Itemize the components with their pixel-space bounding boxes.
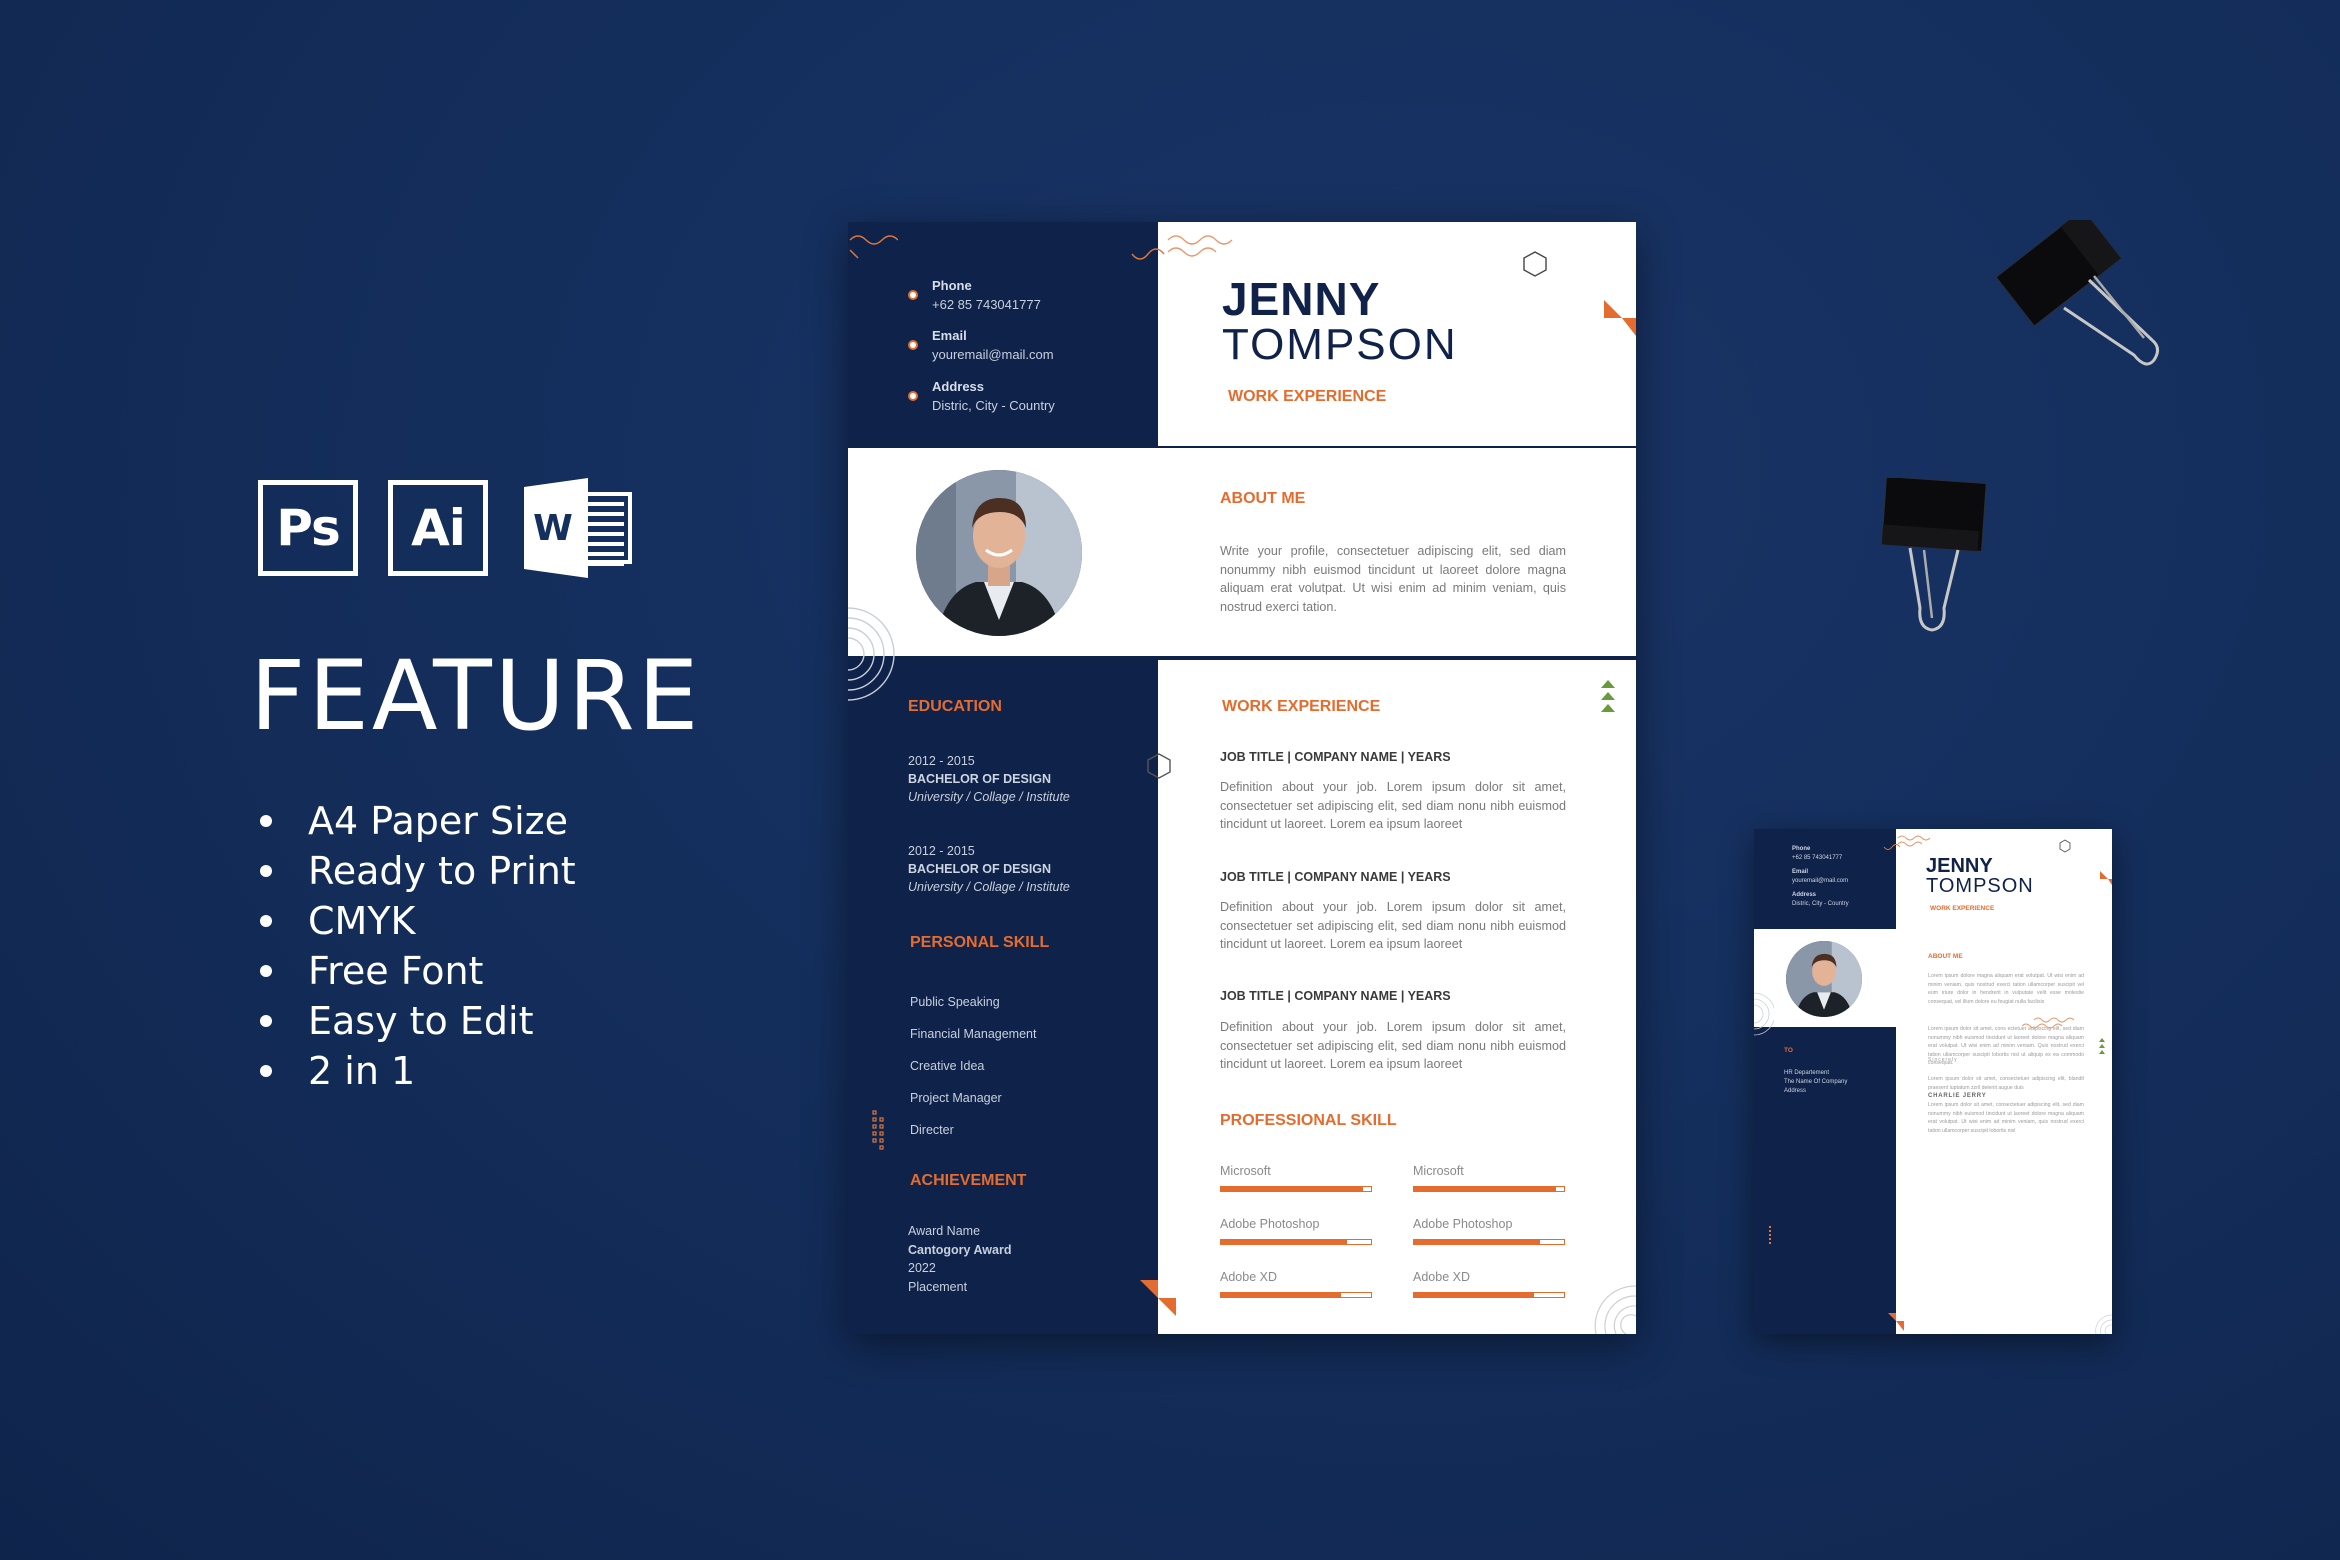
about-me-text: Write your profile, consectetuer adipisc…	[1220, 544, 1566, 614]
feature-item: CMYK	[258, 896, 576, 946]
word-icon: W	[524, 478, 636, 578]
cover-paragraph: Lorem ipsum dolor sit amet, consectetuer…	[1928, 1076, 2084, 1091]
job-heading: JOB TITLE | COMPANY NAME | YEARS	[1220, 870, 1451, 884]
concentric-arcs-icon	[1594, 1285, 1636, 1334]
professional-skill-title: PROFESSIONAL SKILL	[1220, 1112, 1397, 1129]
wave-decoration-icon	[1883, 835, 1931, 850]
triangle-decoration-icon	[1888, 1313, 1904, 1331]
education-title: EDUCATION	[908, 698, 1002, 715]
skill-bar	[1220, 1186, 1372, 1192]
cover-signature: CHARLIE JERRY	[1928, 1093, 1987, 1099]
job-heading: JOB TITLE | COMPANY NAME | YEARS	[1220, 989, 1451, 1003]
education-item: 2012 - 2015 BACHELOR OF DESIGN Universit…	[908, 754, 1070, 804]
bullet-icon	[260, 865, 272, 877]
cover-last-name: TOMPSON	[1926, 875, 2034, 897]
feature-item: Easy to Edit	[258, 996, 576, 1046]
personal-skill-list: Public Speaking Financial Management Cre…	[910, 986, 1036, 1146]
arrow-up-decoration-icon	[1601, 680, 1615, 712]
wave-decoration-icon	[1131, 235, 1233, 260]
feature-title: FEATURE	[250, 640, 702, 752]
cover-contact: Phone +62 85 743041777 Email youremail@m…	[1792, 846, 1849, 907]
last-name: TOMPSON	[1222, 320, 1458, 369]
personal-skill-item: Directer	[910, 1123, 954, 1137]
hexagon-icon	[2059, 839, 2071, 853]
feature-item: Free Font	[258, 946, 576, 996]
skill-column: Microsoft Adobe Photoshop Adobe XD	[1413, 1164, 1565, 1323]
feature-item: A4 Paper Size	[258, 796, 576, 846]
concentric-arcs-icon	[1754, 992, 1774, 1036]
dot-grid-icon	[872, 1110, 884, 1150]
bullet-icon	[908, 391, 918, 401]
cover-profile-photo	[1786, 941, 1862, 1017]
personal-skill-item: Project Manager	[910, 1091, 1002, 1105]
cover-paragraph: Lorem ipsum dolore magna aliquam erat vo…	[1928, 973, 2084, 1005]
software-icons: Ps Ai W	[258, 478, 636, 578]
skill-bar	[1413, 1239, 1565, 1245]
job-heading: JOB TITLE | COMPANY NAME | YEARS	[1220, 750, 1451, 764]
cover-closing: Sincerely	[1928, 1057, 1958, 1063]
skill-column: Microsoft Adobe Photoshop Adobe XD	[1220, 1164, 1372, 1323]
bullet-icon	[260, 815, 272, 827]
cover-paragraph: Lorem ipsum dolor sit amet, consectetuer…	[1928, 1102, 2084, 1134]
feature-item: Ready to Print	[258, 846, 576, 896]
job-description: Definition about your job. Lorem ipsum d…	[1220, 780, 1566, 831]
hexagon-icon	[1147, 753, 1171, 779]
achievement-title: ACHIEVEMENT	[910, 1172, 1027, 1189]
wave-decoration-icon	[2021, 1017, 2075, 1029]
feature-list: A4 Paper Size Ready to Print CMYK Free F…	[258, 796, 576, 1096]
job-description: Definition about your job. Lorem ipsum d…	[1220, 900, 1566, 951]
triangle-decoration-icon	[1140, 1280, 1176, 1316]
skill-bar	[1220, 1292, 1372, 1298]
job-subtitle: WORK EXPERIENCE	[1228, 388, 1387, 405]
skill-bar	[1413, 1292, 1565, 1298]
dot-grid-icon	[1769, 1226, 1771, 1244]
education-item: 2012 - 2015 BACHELOR OF DESIGN Universit…	[908, 844, 1070, 894]
personal-skill-item: Public Speaking	[910, 995, 1000, 1009]
personal-skill-item: Financial Management	[910, 1027, 1037, 1041]
cover-about-title: ABOUT ME	[1928, 953, 1963, 960]
cover-recipient: HR Departement The Name Of Company Addre…	[1784, 1070, 1848, 1094]
triangle-decoration-icon	[1604, 300, 1636, 336]
photoshop-icon: Ps	[258, 480, 358, 576]
bullet-icon	[260, 1015, 272, 1027]
cover-to-title: TO	[1784, 1047, 1793, 1054]
profile-photo	[916, 470, 1082, 636]
concentric-arcs-icon	[2095, 1314, 2112, 1334]
binder-clip-icon	[1994, 220, 2174, 390]
resume-page: Phone +62 85 743041777 Email youremail@m…	[848, 222, 1636, 1334]
wave-decoration-icon	[849, 235, 898, 259]
bullet-icon	[908, 290, 918, 300]
cover-subtitle: WORK EXPERIENCE	[1930, 905, 1995, 912]
hexagon-icon	[1523, 251, 1547, 277]
work-experience-title: WORK EXPERIENCE	[1222, 698, 1381, 715]
concentric-arcs-icon	[848, 607, 895, 701]
first-name: JENNY	[1222, 273, 1381, 325]
triangle-decoration-icon	[2100, 871, 2112, 885]
bullet-icon	[260, 915, 272, 927]
arrow-up-decoration-icon	[2099, 1038, 2105, 1054]
illustrator-icon: Ai	[388, 480, 488, 576]
binder-clip-icon	[1880, 478, 1990, 658]
feature-item: 2 in 1	[258, 1046, 576, 1096]
skill-bar	[1220, 1239, 1372, 1245]
bullet-icon	[260, 965, 272, 977]
bullet-icon	[908, 340, 918, 350]
bullet-icon	[260, 1065, 272, 1077]
personal-skill-item: Creative Idea	[910, 1059, 985, 1073]
achievement-item: Award Name Cantogory Award 2022 Placemen…	[908, 1224, 1012, 1294]
job-description: Definition about your job. Lorem ipsum d…	[1220, 1020, 1566, 1071]
cover-letter-page: Phone +62 85 743041777 Email youremail@m…	[1754, 829, 2112, 1334]
personal-skill-title: PERSONAL SKILL	[910, 934, 1050, 951]
about-me-title: ABOUT ME	[1220, 490, 1306, 507]
skill-bar	[1413, 1186, 1565, 1192]
